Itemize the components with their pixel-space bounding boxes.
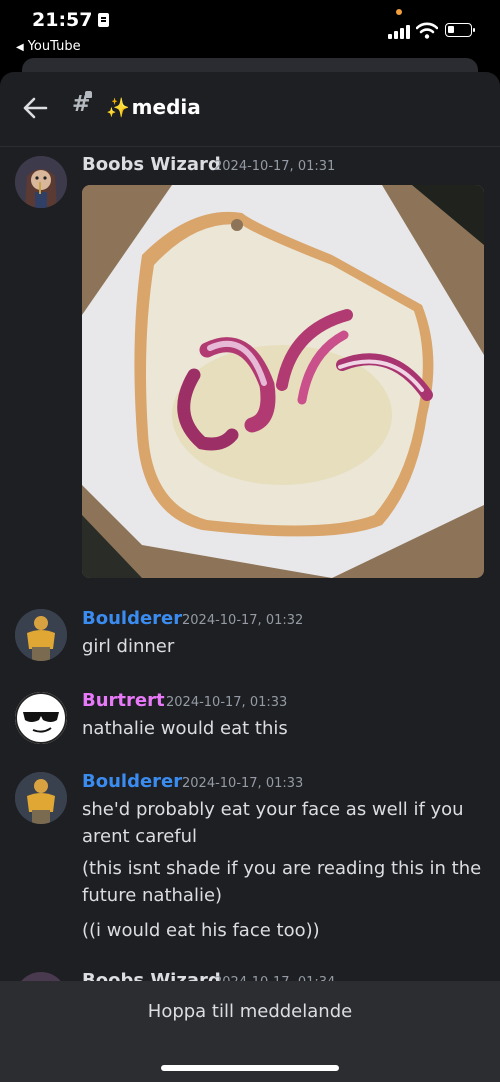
id-badge-icon	[98, 13, 110, 27]
timestamp: 2024-10-17, 01:31	[214, 159, 336, 174]
message-text: nathalie would eat this	[82, 718, 288, 739]
message-text: (this isnt shade if you are reading this…	[82, 858, 482, 906]
text-channel-icon: #	[72, 91, 92, 117]
channel-title[interactable]: ✨ media	[106, 95, 201, 119]
timestamp: 2024-10-17, 01:33	[166, 695, 288, 710]
timestamp: 2024-10-17, 01:32	[182, 613, 304, 628]
author-name[interactable]: Boulderer	[82, 608, 182, 629]
avatar[interactable]	[15, 772, 67, 824]
message-text: ((i would eat his face too))	[82, 920, 320, 941]
avatar[interactable]	[15, 692, 67, 744]
back-arrow-icon[interactable]	[22, 95, 48, 121]
cellular-signal-icon	[388, 25, 410, 39]
jump-to-message-label: Hoppa till meddelande	[147, 1001, 353, 1022]
author-name[interactable]: Boulderer	[82, 771, 182, 792]
home-indicator[interactable]	[161, 1065, 339, 1071]
author-name[interactable]: Boobs Wizard	[82, 154, 221, 175]
channel-header: # ✨ media	[0, 72, 500, 147]
sparkles-emoji: ✨	[106, 97, 130, 119]
message-text: she'd probably eat your face as well if …	[82, 799, 464, 847]
wifi-icon	[416, 22, 438, 39]
image-attachment[interactable]	[82, 185, 484, 578]
recording-indicator-icon	[396, 9, 402, 15]
channel-name: media	[131, 95, 201, 119]
timestamp: 2024-10-17, 01:33	[182, 776, 304, 791]
clock: 21:57	[32, 9, 110, 31]
message-text: girl dinner	[82, 636, 175, 657]
jump-to-message-bar[interactable]: Hoppa till meddelande	[0, 981, 500, 1082]
author-name[interactable]: Burtrert	[82, 690, 165, 711]
status-bar: 21:57 ◀ YouTube	[0, 0, 500, 62]
avatar[interactable]	[15, 156, 67, 208]
avatar[interactable]	[15, 609, 67, 661]
back-to-app-link[interactable]: ◀ YouTube	[16, 39, 81, 54]
back-triangle-icon: ◀	[16, 42, 24, 53]
channel-sheet: # ✨media Boobs Wizard 2024-10-17, 01:31	[0, 72, 500, 1082]
battery-icon	[445, 23, 475, 37]
